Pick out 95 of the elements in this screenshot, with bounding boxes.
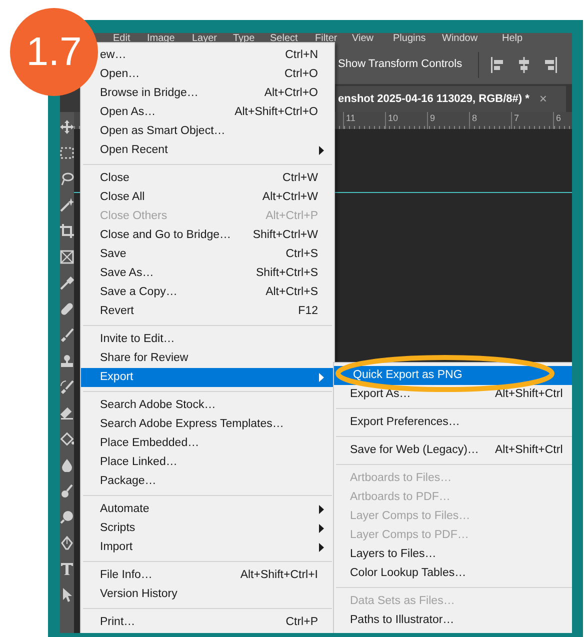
menu-item[interactable]: Save for Web (Legacy)… Alt+Shift+Ctrl <box>334 441 572 460</box>
shortcut-label: Ctrl+W <box>282 170 318 186</box>
menu-item[interactable]: File Info… Alt+Shift+Ctrl+I <box>100 566 334 585</box>
menu-item[interactable]: Open Recent <box>100 141 334 160</box>
eraser-icon[interactable] <box>60 406 74 420</box>
submenu-arrow-icon <box>319 146 324 155</box>
submenu-arrow-icon <box>319 543 324 552</box>
close-icon[interactable]: × <box>539 89 547 109</box>
align-center-icon[interactable] <box>517 56 532 72</box>
menu-bar-item[interactable]: Select <box>270 33 298 45</box>
menu-bar-item[interactable]: Plugins <box>393 33 426 45</box>
shortcut-label: Shift+Ctrl+W <box>252 228 318 243</box>
menu-item[interactable]: Print… Ctrl+P <box>100 613 334 632</box>
document-tab[interactable]: enshot 2025-04-16 113029, RGB/8#) * × <box>336 86 566 112</box>
menu-item[interactable]: Paths to Illustrator… <box>334 611 572 630</box>
pen-icon[interactable] <box>60 536 74 550</box>
shortcut-label: Alt+Shift+Ctrl <box>495 386 563 402</box>
ruler-label: 8 <box>472 113 478 123</box>
menu-item[interactable]: Search Adobe Express Templates… <box>100 415 334 434</box>
menu-item[interactable]: Automate <box>100 500 334 519</box>
menu-item[interactable]: Close and Go to Bridge… Shift+Ctrl+W <box>100 226 334 245</box>
eyedropper-icon[interactable] <box>60 276 74 290</box>
menu-item[interactable]: Close Ctrl+W <box>100 169 334 188</box>
menu-item[interactable]: Revert F12 <box>100 302 334 321</box>
align-left-icon[interactable] <box>491 56 506 72</box>
frame-icon[interactable] <box>60 250 74 264</box>
lasso-icon[interactable] <box>60 172 74 186</box>
shortcut-label: Shift+Ctrl+S <box>256 266 318 281</box>
shortcut-label: Ctrl+P <box>286 614 318 630</box>
shortcut-label: Alt+Shift+Ctrl+O <box>234 104 318 120</box>
menu-bar-item[interactable]: Edit <box>113 33 130 45</box>
pointer-icon[interactable] <box>60 588 74 602</box>
shortcut-label: Ctrl+O <box>284 66 318 82</box>
menu-item[interactable]: Save As… Shift+Ctrl+S <box>100 264 334 283</box>
stamp-icon[interactable] <box>60 354 74 368</box>
shortcut-label: Alt+Ctrl+S <box>266 284 318 300</box>
menu-item[interactable]: Save Ctrl+S <box>100 245 334 264</box>
type-tool-icon[interactable] <box>60 562 74 576</box>
menu-item[interactable]: Place Linked… <box>100 453 334 472</box>
submenu-arrow-icon <box>319 524 324 533</box>
menu-item[interactable]: Open As… Alt+Shift+Ctrl+O <box>100 103 334 122</box>
shortcut-label: Alt+Shift+Ctrl+I <box>240 568 318 583</box>
menu-item[interactable]: Import <box>100 538 334 557</box>
ruler-label: 7 <box>514 113 520 123</box>
menu-item[interactable]: Version History <box>100 585 334 604</box>
shortcut-label: Alt+Ctrl+O <box>264 86 318 101</box>
crop-icon[interactable] <box>60 224 74 238</box>
ruler-label: 9 <box>430 113 436 123</box>
wand-icon[interactable] <box>60 198 74 212</box>
menu-item[interactable]: Scripts <box>100 519 334 538</box>
menu-bar-item[interactable]: Window <box>442 33 478 45</box>
menu-item[interactable]: Export As… Alt+Shift+Ctrl <box>334 385 572 404</box>
drop-icon[interactable] <box>60 458 74 472</box>
menu-bar-item[interactable]: Help <box>502 33 523 45</box>
menu-item[interactable]: Browse in Bridge… Alt+Ctrl+O <box>100 84 334 103</box>
step-badge: 1.7 <box>10 8 98 96</box>
shortcut-label: Ctrl+S <box>286 246 318 262</box>
bandage-icon[interactable] <box>60 302 74 316</box>
align-right-icon[interactable] <box>543 56 558 72</box>
menu-item[interactable]: Invite to Edit… <box>100 330 334 349</box>
menu-item[interactable]: Open as Smart Object… <box>100 122 334 141</box>
menu-bar-item[interactable]: Filter <box>315 33 338 45</box>
menu-item[interactable]: Color Lookup Tables… <box>334 564 572 583</box>
menu-item[interactable]: Search Adobe Stock… <box>100 396 334 415</box>
ruler-label: 10 <box>388 113 398 123</box>
menu-item[interactable]: Package… <box>100 472 334 491</box>
menu-item[interactable]: Share for Review <box>100 349 334 368</box>
shortcut-label: Alt+Ctrl+P <box>266 208 318 224</box>
menu-bar-item[interactable]: Layer <box>192 33 218 45</box>
history-brush-icon[interactable] <box>60 380 74 394</box>
submenu-arrow-icon <box>319 373 324 382</box>
menu-item[interactable]: Layers to Files… <box>334 545 572 564</box>
menu-item[interactable]: ew… Ctrl+N <box>100 46 334 65</box>
bucket-icon[interactable] <box>60 432 74 446</box>
menu-item[interactable]: Open… Ctrl+O <box>100 65 334 84</box>
tab-title: enshot 2025-04-16 113029, RGB/8#) * <box>338 92 530 107</box>
marquee-icon[interactable] <box>60 146 74 160</box>
brush-icon[interactable] <box>60 328 74 342</box>
ruler-label: 11 <box>346 113 356 123</box>
submenu-arrow-icon <box>319 505 324 514</box>
menu-item[interactable]: Export Preferences… <box>334 413 572 432</box>
menu-item[interactable]: Place Embedded… <box>100 434 334 453</box>
menu-item[interactable]: Export <box>81 368 334 387</box>
move-icon[interactable] <box>60 120 74 134</box>
menu-bar-item[interactable]: Image <box>147 33 175 45</box>
shortcut-label: Ctrl+N <box>285 48 318 63</box>
shortcut-label: F12 <box>298 304 318 319</box>
shortcut-label: Alt+Shift+Ctrl <box>495 442 563 458</box>
option-label[interactable]: Show Transform Controls <box>338 56 462 73</box>
shortcut-label: Alt+Ctrl+W <box>262 190 318 205</box>
menu-bar-item[interactable]: View <box>352 33 374 45</box>
menu-item[interactable]: Close All Alt+Ctrl+W <box>100 188 334 207</box>
menu-item[interactable]: Save a Copy… Alt+Ctrl+S <box>100 283 334 302</box>
ruler-label: 6 <box>556 113 562 123</box>
dodge-icon[interactable] <box>60 484 74 498</box>
